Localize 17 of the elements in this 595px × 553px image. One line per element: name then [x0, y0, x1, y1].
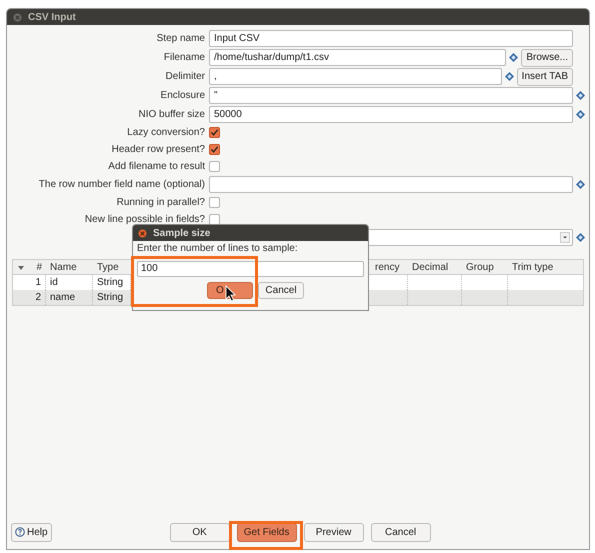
row-number: 2	[31, 290, 46, 305]
field-label: Lazy conversion?	[127, 126, 205, 140]
field-label: Step name	[156, 32, 205, 46]
field-label: Header row present?	[112, 143, 205, 157]
field-label: NIO buffer size	[138, 108, 205, 122]
field-label: Running in parallel?	[116, 196, 205, 210]
dialog-title: Sample size	[153, 226, 210, 240]
field-label: Filename	[164, 51, 205, 65]
field-label: New line possible in fields?	[84, 213, 205, 227]
prompt-text: Enter the number of lines to sample:	[136, 243, 299, 255]
field-label: Delimiter	[166, 70, 205, 84]
table-cell: String	[93, 290, 131, 305]
field-label: The row number field name (optional)	[38, 178, 205, 192]
field-label: Add filename to result	[108, 160, 205, 174]
field-label: Enclosure	[160, 89, 205, 103]
window-title: CSV Input	[28, 10, 76, 24]
table-cell: name	[46, 290, 93, 305]
